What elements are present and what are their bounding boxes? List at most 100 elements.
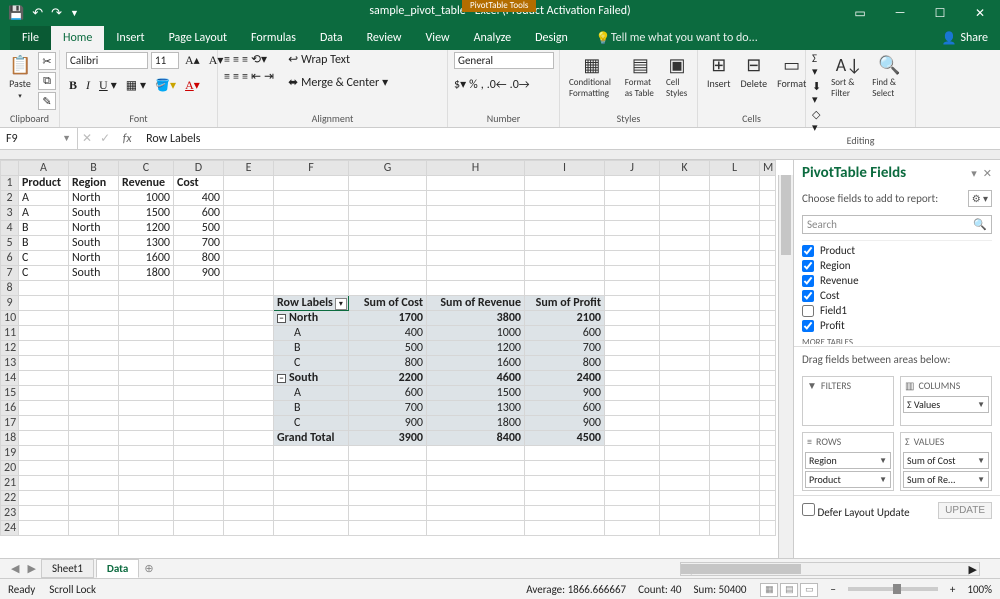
indent-inc-icon[interactable]: ⇥ [264, 69, 274, 84]
row-header[interactable]: 21 [1, 476, 19, 491]
row-header[interactable]: 9 [1, 296, 19, 311]
pivot-value[interactable]: 900 [525, 416, 605, 431]
pivot-row-label[interactable]: −North [274, 311, 349, 326]
pivot-value[interactable]: 2100 [525, 311, 605, 326]
row-header[interactable]: 23 [1, 506, 19, 521]
pivot-col-header[interactable]: Sum of Revenue [427, 296, 525, 311]
pivot-value[interactable]: 2200 [349, 371, 427, 386]
fieldpane-search[interactable]: Search 🔍 [802, 215, 992, 234]
source-cell[interactable]: South [69, 266, 119, 281]
pivot-value[interactable]: 1200 [427, 341, 525, 356]
area-rows[interactable]: ≡ROWS Region▼Product▼ [802, 432, 894, 491]
number-format-select[interactable]: General [454, 52, 554, 69]
align-middle-icon[interactable]: ≡ [233, 53, 239, 67]
source-header[interactable]: Product [19, 176, 69, 191]
field-checkbox[interactable] [802, 320, 814, 332]
font-name-select[interactable]: Calibri [66, 52, 148, 69]
source-cell[interactable]: C [19, 251, 69, 266]
col-header[interactable]: H [427, 161, 525, 176]
pill-dropdown-icon[interactable]: ▼ [879, 456, 887, 466]
sheet-nav-next-icon[interactable]: ▶ [24, 562, 38, 575]
row-header[interactable]: 12 [1, 341, 19, 356]
sheet-nav-prev-icon[interactable]: ◀ [8, 562, 22, 575]
source-cell[interactable]: B [19, 236, 69, 251]
row-header[interactable]: 19 [1, 446, 19, 461]
row-header[interactable]: 4 [1, 221, 19, 236]
percent-icon[interactable]: % [469, 78, 478, 92]
merge-center-button[interactable]: ⬌Merge & Center ▾ [288, 75, 388, 90]
row-header[interactable]: 22 [1, 491, 19, 506]
col-header[interactable]: F [274, 161, 349, 176]
row-header[interactable]: 11 [1, 326, 19, 341]
find-select-button[interactable]: 🔍Find & Select [869, 52, 909, 101]
source-cell[interactable]: 700 [174, 236, 224, 251]
row-header[interactable]: 17 [1, 416, 19, 431]
namebox-dropdown-icon[interactable]: ▼ [62, 133, 71, 144]
cut-icon[interactable]: ✂ [38, 52, 56, 70]
row-header[interactable]: 1 [1, 176, 19, 191]
pivot-value[interactable]: 400 [349, 326, 427, 341]
zoom-in-icon[interactable]: + [950, 583, 955, 596]
pivot-value[interactable]: 700 [349, 401, 427, 416]
col-header[interactable]: E [224, 161, 274, 176]
pivot-row-label[interactable]: B [274, 401, 349, 416]
source-cell[interactable]: 1600 [119, 251, 174, 266]
zoom-slider[interactable] [848, 587, 938, 591]
pivot-value[interactable]: 900 [525, 386, 605, 401]
minimize-icon[interactable]: — [880, 0, 920, 26]
row-header[interactable]: 14 [1, 371, 19, 386]
source-cell[interactable]: 900 [174, 266, 224, 281]
new-sheet-icon[interactable]: ⊕ [141, 562, 156, 575]
pivot-value[interactable]: 2400 [525, 371, 605, 386]
zoom-level[interactable]: 100% [967, 583, 992, 596]
pivot-value[interactable]: 1000 [427, 326, 525, 341]
tab-file[interactable]: File [10, 26, 51, 50]
format-as-table-button[interactable]: ▤Format as Table [622, 52, 659, 101]
row-header[interactable]: 16 [1, 401, 19, 416]
field-item[interactable]: Field1 [802, 303, 992, 318]
col-header[interactable]: J [605, 161, 660, 176]
sort-filter-button[interactable]: A↓Sort & Filter [828, 52, 865, 101]
field-checkbox[interactable] [802, 245, 814, 257]
area-pill[interactable]: Σ Values▼ [903, 396, 989, 413]
pivot-row-labels-header[interactable]: Row Labels▾ [274, 296, 349, 311]
bold-button[interactable]: B [66, 77, 80, 94]
dec-decimal-icon[interactable]: .0→ [510, 78, 530, 92]
format-painter-icon[interactable]: ✎ [38, 92, 56, 110]
fill-icon[interactable]: ⬇ ▾ [812, 80, 824, 106]
source-cell[interactable]: 500 [174, 221, 224, 236]
pivot-value[interactable]: 600 [525, 401, 605, 416]
pivot-value[interactable]: 700 [525, 341, 605, 356]
font-size-select[interactable]: 11 [151, 52, 179, 69]
source-header[interactable]: Region [69, 176, 119, 191]
col-header[interactable]: C [119, 161, 174, 176]
collapse-icon[interactable]: − [277, 314, 286, 323]
source-cell[interactable]: North [69, 221, 119, 236]
autosum-icon[interactable]: Σ ▾ [812, 52, 824, 78]
pivot-value[interactable]: 1300 [427, 401, 525, 416]
align-bottom-icon[interactable]: ≡ [242, 53, 248, 67]
align-left-icon[interactable]: ≡ [224, 70, 230, 84]
field-checkbox[interactable] [802, 305, 814, 317]
pivot-row-label[interactable]: C [274, 356, 349, 371]
view-buttons[interactable]: ▦▤▭ [758, 582, 818, 597]
maximize-icon[interactable]: ☐ [920, 0, 960, 26]
row-header[interactable]: 13 [1, 356, 19, 371]
pivot-value[interactable]: 4600 [427, 371, 525, 386]
source-cell[interactable]: North [69, 251, 119, 266]
vertical-scrollbar[interactable] [778, 175, 793, 558]
pivot-value[interactable]: 800 [525, 356, 605, 371]
pivot-col-header[interactable]: Sum of Profit [525, 296, 605, 311]
pivot-value[interactable]: 1700 [349, 311, 427, 326]
field-checkbox[interactable] [802, 260, 814, 272]
worksheet-grid[interactable]: ABCDEFGHIJKLM1ProductRegionRevenueCost2A… [0, 160, 793, 558]
underline-button[interactable]: U ▾ [96, 77, 120, 94]
row-header[interactable]: 18 [1, 431, 19, 446]
indent-dec-icon[interactable]: ⇤ [251, 69, 261, 84]
tab-formulas[interactable]: Formulas [239, 26, 308, 50]
tab-design[interactable]: Design [523, 26, 580, 50]
source-cell[interactable]: South [69, 236, 119, 251]
zoom-out-icon[interactable]: − [830, 583, 835, 596]
area-filters[interactable]: ▼FILTERS [802, 376, 894, 426]
qat-dropdown-icon[interactable]: ▼ [70, 8, 79, 19]
